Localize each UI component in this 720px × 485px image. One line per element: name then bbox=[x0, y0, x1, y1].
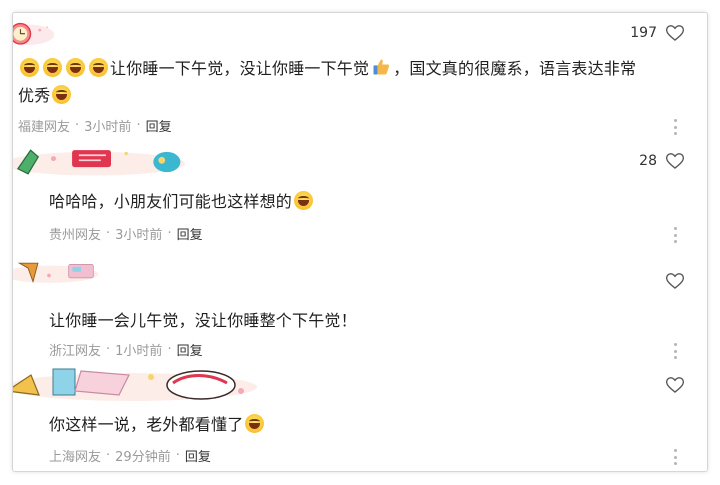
separator: · bbox=[136, 118, 141, 133]
separator: · bbox=[175, 448, 180, 463]
comment-text-part: 优秀 bbox=[18, 86, 51, 105]
separator: · bbox=[75, 118, 80, 133]
comment-text: 让你睡一会儿午觉，没让你睡整个下午觉！ bbox=[49, 307, 357, 334]
like-control[interactable]: 28 bbox=[639, 151, 685, 171]
heart-outline-icon[interactable] bbox=[665, 23, 685, 43]
comment-text-part: 哈哈哈，小朋友们可能也这样想的 bbox=[49, 192, 293, 211]
decorative-banner-stickers bbox=[13, 262, 99, 284]
grinning-face-emoji-icon bbox=[294, 191, 314, 210]
location-label: 福建网友 bbox=[18, 120, 71, 135]
separator: · bbox=[106, 226, 111, 241]
comment-meta: 福建网友 · 3小时前 · 回复 bbox=[18, 116, 172, 135]
separator: · bbox=[167, 226, 172, 241]
grinning-face-emoji-icon bbox=[52, 85, 72, 104]
reply-button[interactable]: 回复 bbox=[185, 446, 211, 465]
like-control[interactable] bbox=[657, 375, 685, 395]
timestamp: 3小时前 bbox=[115, 228, 163, 243]
location-label: 贵州网友 bbox=[49, 228, 102, 243]
like-control[interactable] bbox=[657, 271, 685, 291]
comment-text-part: ，国文真的很魔系，语言表达非常 bbox=[393, 59, 637, 78]
timestamp: 3小时前 bbox=[84, 120, 132, 135]
location-label: 上海网友 bbox=[49, 450, 102, 465]
separator: · bbox=[106, 448, 111, 463]
comment-list-card: 197 让你睡一下午觉，没让你睡一下午觉 ，国文真的很魔系，语言表达非常优秀 福建… bbox=[12, 12, 708, 472]
reply-button[interactable]: 回复 bbox=[146, 116, 172, 135]
thumbs-up-emoji-icon bbox=[373, 59, 390, 75]
comment-item-1: 197 让你睡一下午觉，没让你睡一下午觉 ，国文真的很魔系，语言表达非常优秀 福建… bbox=[13, 13, 707, 135]
decorative-banner-stickers bbox=[13, 368, 257, 401]
comment-text: 让你睡一下午觉，没让你睡一下午觉 ，国文真的很魔系，语言表达非常优秀 bbox=[18, 55, 678, 109]
decorative-banner-clock bbox=[13, 22, 55, 45]
like-count: 28 bbox=[639, 153, 657, 169]
comment-item-4: 你这样一说，老外都看懂了 上海网友 · 29分钟前 · 回复 bbox=[13, 353, 707, 471]
comment-meta: 贵州网友 · 3小时前 · 回复 bbox=[49, 224, 203, 243]
like-control[interactable]: 197 bbox=[630, 23, 685, 43]
comment-text-part: 让你睡一会儿午觉，没让你睡整个下午觉！ bbox=[49, 311, 357, 330]
comment-text-part: 让你睡一下午觉，没让你睡一下午觉 bbox=[110, 59, 370, 78]
grinning-face-emoji-icon bbox=[245, 414, 265, 433]
like-count: 197 bbox=[630, 25, 657, 41]
comment-meta: 上海网友 · 29分钟前 · 回复 bbox=[49, 446, 211, 465]
comment-item-2: 28 哈哈哈，小朋友们可能也这样想的 贵州网友 · 3小时前 · 回复 bbox=[13, 141, 707, 249]
grinning-face-emoji-icon bbox=[89, 58, 108, 77]
comment-text: 哈哈哈，小朋友们可能也这样想的 bbox=[49, 188, 315, 215]
comment-text-part: 你这样一说，老外都看懂了 bbox=[49, 415, 244, 434]
comment-item-3: 让你睡一会儿午觉，没让你睡整个下午觉！ 浙江网友 · 1小时前 · 回复 bbox=[13, 249, 707, 359]
vertical-dots-icon[interactable] bbox=[673, 449, 677, 465]
comment-text: 你这样一说，老外都看懂了 bbox=[49, 411, 266, 438]
grinning-face-emoji-icon bbox=[66, 58, 85, 77]
timestamp: 29分钟前 bbox=[115, 450, 171, 465]
heart-outline-icon[interactable] bbox=[665, 271, 685, 291]
heart-outline-icon[interactable] bbox=[665, 375, 685, 395]
vertical-dots-icon[interactable] bbox=[673, 227, 677, 243]
grinning-face-emoji-icon bbox=[43, 58, 62, 77]
vertical-dots-icon[interactable] bbox=[673, 119, 677, 135]
grinning-face-emoji-icon bbox=[20, 58, 39, 77]
heart-outline-icon[interactable] bbox=[665, 151, 685, 171]
decorative-banner-stickers bbox=[13, 149, 186, 176]
reply-button[interactable]: 回复 bbox=[177, 224, 203, 243]
